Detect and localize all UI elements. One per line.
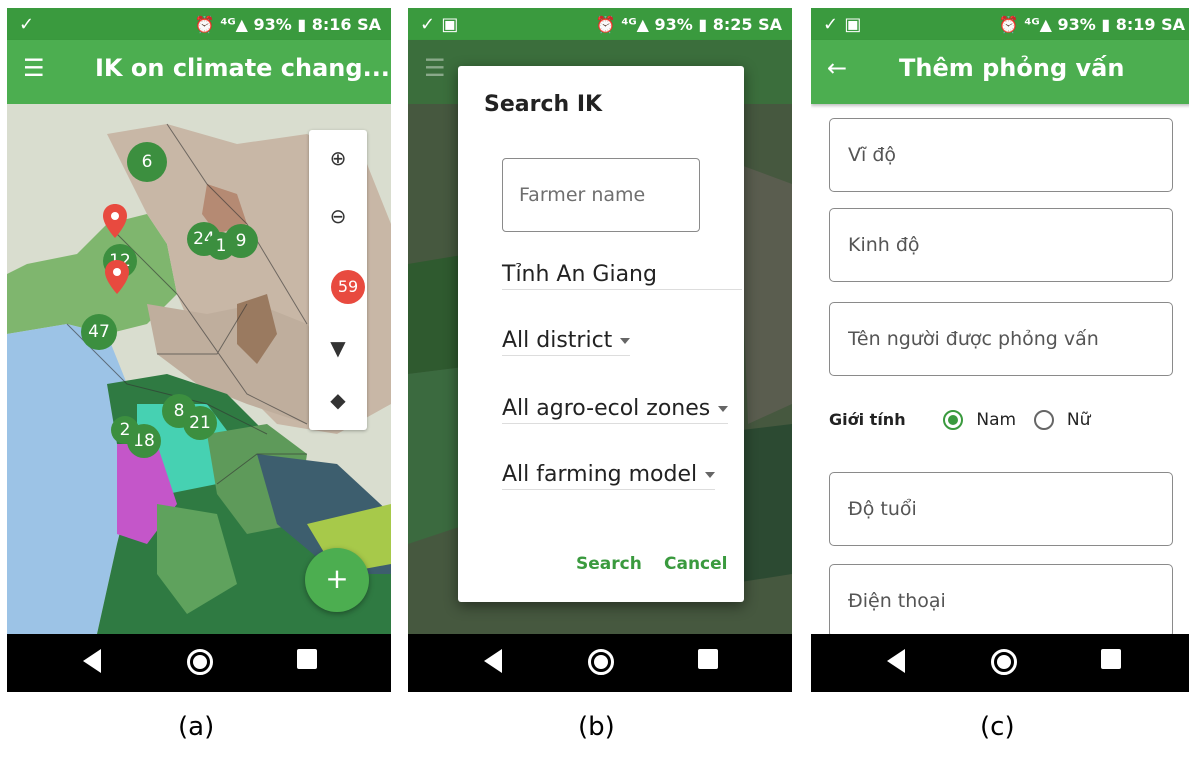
- system-nav-bar: [7, 634, 391, 692]
- district-value: All district: [502, 328, 613, 353]
- screen-search: ✓ ▣ ⏰ ⁴ᴳ▲ 93% ▮ 8:25 SA ☰ Search IK Tỉnh…: [408, 8, 792, 692]
- map-cluster[interactable]: 9: [224, 224, 258, 258]
- hamburger-icon[interactable]: ☰: [23, 54, 45, 82]
- status-icons-left: ✓ ▣: [420, 14, 459, 35]
- map-cluster[interactable]: 21: [183, 406, 217, 440]
- app-bar: ← Thêm phỏng vấn: [811, 40, 1189, 104]
- map-toolbar: ⊕ ⊖ 59 ▼ ◆: [309, 130, 367, 430]
- status-icons-left: ✓: [19, 14, 35, 35]
- map-cluster[interactable]: 6: [127, 142, 167, 182]
- zoom-out-icon[interactable]: ⊖: [309, 196, 367, 236]
- phone-input[interactable]: [846, 589, 1160, 613]
- province-value[interactable]: Tỉnh An Giang: [502, 262, 742, 290]
- age-input[interactable]: [846, 497, 1160, 521]
- search-dialog: Search IK Tỉnh An Giang All district All…: [458, 66, 744, 602]
- count-badge[interactable]: 59: [331, 270, 365, 304]
- interviewee-name-input[interactable]: [846, 327, 1160, 351]
- app-bar: ☰ IK on climate chang...: [7, 40, 391, 104]
- caption-c: (c): [980, 712, 1015, 742]
- chevron-down-icon: [705, 472, 716, 478]
- age-field[interactable]: [829, 472, 1173, 546]
- status-info: ⏰ ⁴ᴳ▲ 93% ▮ 8:16 SA: [194, 15, 381, 34]
- map-pin-icon[interactable]: [105, 260, 129, 294]
- system-nav-bar: [408, 634, 792, 692]
- map-cluster[interactable]: 47: [81, 314, 117, 350]
- system-nav-bar: [811, 634, 1189, 692]
- recents-icon[interactable]: [1101, 649, 1121, 669]
- cancel-button[interactable]: Cancel: [664, 554, 727, 574]
- caption-b: (b): [578, 712, 615, 742]
- radio-female[interactable]: [1033, 410, 1054, 430]
- district-select[interactable]: All district: [502, 328, 631, 356]
- gender-label: Giới tính: [829, 410, 906, 429]
- zones-select[interactable]: All agro-ecol zones: [502, 396, 729, 424]
- home-icon[interactable]: [588, 649, 614, 675]
- latitude-field[interactable]: [829, 118, 1173, 192]
- recents-icon[interactable]: [297, 649, 317, 669]
- screen-add-interview: ✓ ▣ ⏰ ⁴ᴳ▲ 93% ▮ 8:19 SA ← Thêm phỏng vấn…: [811, 8, 1189, 692]
- status-bar: ✓ ⏰ ⁴ᴳ▲ 93% ▮ 8:16 SA: [7, 8, 391, 40]
- chevron-down-icon: [620, 338, 631, 344]
- caption-a: (a): [178, 712, 215, 742]
- status-bar: ✓ ▣ ⏰ ⁴ᴳ▲ 93% ▮ 8:19 SA: [811, 8, 1189, 40]
- dialog-title: Search IK: [484, 92, 603, 117]
- interviewee-name-field[interactable]: [829, 302, 1173, 376]
- map-pin-icon[interactable]: [103, 204, 127, 238]
- filter-icon[interactable]: ▼: [309, 328, 367, 368]
- zoom-in-icon[interactable]: ⊕: [309, 138, 367, 178]
- back-icon[interactable]: [887, 649, 905, 673]
- gender-row: Giới tính Nam Nữ: [829, 410, 1090, 430]
- radio-male[interactable]: [942, 410, 963, 430]
- search-button[interactable]: Search: [576, 554, 642, 574]
- farmer-name-field[interactable]: [502, 158, 700, 232]
- home-icon[interactable]: [991, 649, 1017, 675]
- longitude-field[interactable]: [829, 208, 1173, 282]
- back-arrow-icon[interactable]: ←: [827, 54, 847, 82]
- status-icons-left: ✓ ▣: [823, 14, 862, 35]
- longitude-input[interactable]: [846, 233, 1160, 257]
- screen-map: ✓ ⏰ ⁴ᴳ▲ 93% ▮ 8:16 SA ☰ IK on climate ch…: [7, 8, 391, 692]
- hamburger-icon: ☰: [424, 54, 446, 82]
- gender-male-label: Nam: [976, 410, 1017, 430]
- back-icon[interactable]: [484, 649, 502, 673]
- phone-field[interactable]: [829, 564, 1173, 638]
- gender-female-label: Nữ: [1066, 410, 1091, 430]
- page-title: Thêm phỏng vấn: [899, 54, 1125, 82]
- farmer-name-input[interactable]: [517, 183, 691, 207]
- latitude-input[interactable]: [846, 143, 1160, 167]
- app-title: IK on climate chang...: [95, 54, 390, 82]
- add-button[interactable]: +: [305, 548, 369, 612]
- home-icon[interactable]: [187, 649, 213, 675]
- layers-icon[interactable]: ◆: [309, 380, 367, 420]
- zones-value: All agro-ecol zones: [502, 396, 711, 421]
- status-bar: ✓ ▣ ⏰ ⁴ᴳ▲ 93% ▮ 8:25 SA: [408, 8, 792, 40]
- chevron-down-icon: [718, 406, 729, 412]
- model-value: All farming model: [502, 462, 698, 487]
- status-info: ⏰ ⁴ᴳ▲ 93% ▮ 8:19 SA: [998, 15, 1185, 34]
- model-select[interactable]: All farming model: [502, 462, 716, 490]
- status-info: ⏰ ⁴ᴳ▲ 93% ▮ 8:25 SA: [595, 15, 782, 34]
- map-cluster[interactable]: 2: [111, 416, 139, 444]
- recents-icon[interactable]: [698, 649, 718, 669]
- back-icon[interactable]: [83, 649, 101, 673]
